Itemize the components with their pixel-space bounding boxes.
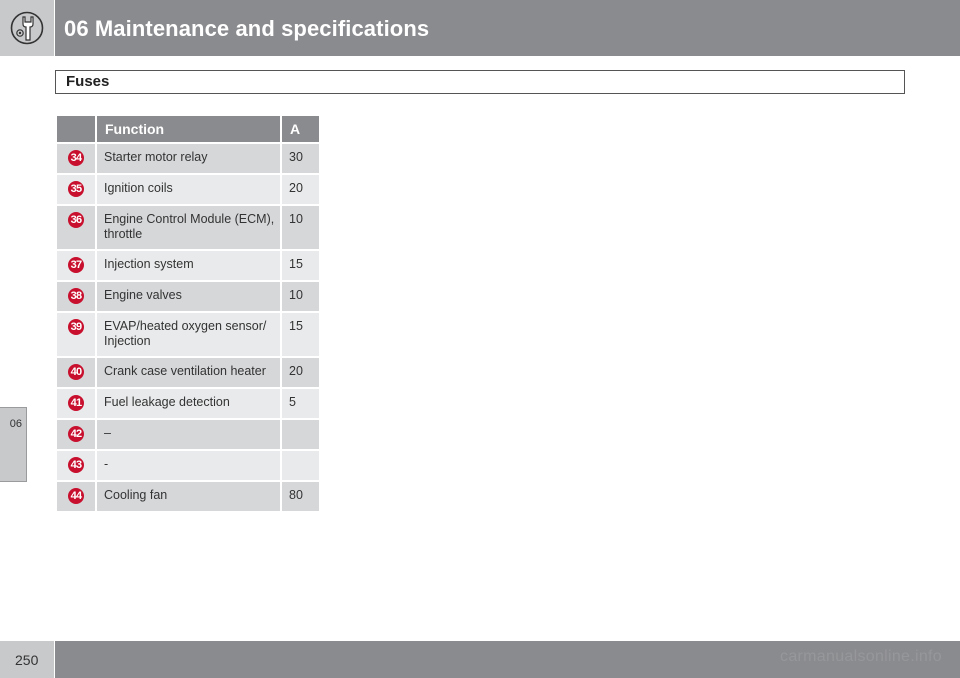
chapter-title: 06 Maintenance and specifications xyxy=(64,16,430,41)
fuse-number-cell: 42 xyxy=(57,418,97,449)
chapter-side-tab-label: 06 xyxy=(9,418,22,430)
fuse-amperage-cell: 20 xyxy=(282,356,319,387)
table-row: 36 Engine Control Module (ECM), throttle 1… xyxy=(57,204,319,249)
fuse-number-cell: 34 xyxy=(57,142,97,173)
fuse-number-badge: 41 xyxy=(68,395,84,411)
fuse-number-badge: 35 xyxy=(68,181,84,197)
table-row: 43- xyxy=(57,449,319,480)
fuse-function-cell: Engine valves xyxy=(97,280,282,311)
fuse-amperage-cell: 30 xyxy=(282,142,319,173)
fuse-function-cell: Fuel leakage detection xyxy=(97,387,282,418)
fuse-number-badge: 42 xyxy=(68,426,84,442)
page-number: 250 xyxy=(15,652,39,668)
fuse-function-cell: - xyxy=(97,449,282,480)
table-row: 44 Cooling fan 80 xyxy=(57,480,319,511)
fuse-number-cell: 44 xyxy=(57,480,97,511)
table-row: 34 Starter motor relay 30 xyxy=(57,142,319,173)
fuse-number-cell: 38 xyxy=(57,280,97,311)
fuse-function-cell: Cooling fan xyxy=(97,480,282,511)
table-row: 37 Injection system 15 xyxy=(57,249,319,280)
column-header-amps: A xyxy=(282,116,319,142)
fuse-number-cell: 35 xyxy=(57,173,97,204)
wrench-icon xyxy=(10,11,44,45)
fuse-function-cell: Starter motor relay xyxy=(97,142,282,173)
fuse-amperage-cell: 20 xyxy=(282,173,319,204)
table-row: 39 EVAP/heated oxygen sensor/ Injection 15 xyxy=(57,311,319,356)
fuse-amperage-cell: 15 xyxy=(282,249,319,280)
table-header-row: Function A xyxy=(57,116,319,142)
column-header-function: Function xyxy=(97,116,282,142)
fuse-function-cell: Ignition coils xyxy=(97,173,282,204)
fuse-function-cell: Injection system xyxy=(97,249,282,280)
fuse-function-cell: Crank case ventilation heater xyxy=(97,356,282,387)
fuse-amperage-cell xyxy=(282,449,319,480)
fuse-table: Function A 34 Starter motor relay 30 35 Igni… xyxy=(57,116,319,511)
fuse-number-badge: 37 xyxy=(68,257,84,273)
fuse-amperage-cell: 15 xyxy=(282,311,319,356)
fuse-function-cell: – xyxy=(97,418,282,449)
fuse-number-badge: 39 xyxy=(68,319,84,335)
fuse-number-badge: 43 xyxy=(68,457,84,473)
section-title: Fuses xyxy=(66,73,110,90)
table-row: 41 Fuel leakage detection 5 xyxy=(57,387,319,418)
fuse-number-cell: 40 xyxy=(57,356,97,387)
table-row: 40 Crank case ventilation heater 20 xyxy=(57,356,319,387)
fuse-amperage-cell: 10 xyxy=(282,280,319,311)
fuse-number-cell: 39 xyxy=(57,311,97,356)
section-heading-box: Fuses xyxy=(55,70,905,94)
fuse-number-badge: 44 xyxy=(68,488,84,504)
table-row: 35 Ignition coils 20 xyxy=(57,173,319,204)
fuse-number-cell: 41 xyxy=(57,387,97,418)
fuse-number-badge: 34 xyxy=(68,150,84,166)
watermark: carmanualsonline.info xyxy=(780,648,942,665)
table-row: 42– xyxy=(57,418,319,449)
fuse-number-badge: 36 xyxy=(68,212,84,228)
fuse-amperage-cell: 80 xyxy=(282,480,319,511)
fuse-number-badge: 40 xyxy=(68,364,84,380)
fuse-amperage-cell xyxy=(282,418,319,449)
fuse-function-cell: Engine Control Module (ECM), throttle xyxy=(97,204,282,249)
fuse-number-cell: 36 xyxy=(57,204,97,249)
fuse-function-cell: EVAP/heated oxygen sensor/ Injection xyxy=(97,311,282,356)
column-header-number xyxy=(57,116,97,142)
chapter-side-tab: 06 xyxy=(0,407,27,482)
fuse-number-cell: 43 xyxy=(57,449,97,480)
fuse-amperage-cell: 5 xyxy=(282,387,319,418)
fuse-number-cell: 37 xyxy=(57,249,97,280)
fuse-amperage-cell: 10 xyxy=(282,204,319,249)
table-row: 38 Engine valves 10 xyxy=(57,280,319,311)
fuse-number-badge: 38 xyxy=(68,288,84,304)
